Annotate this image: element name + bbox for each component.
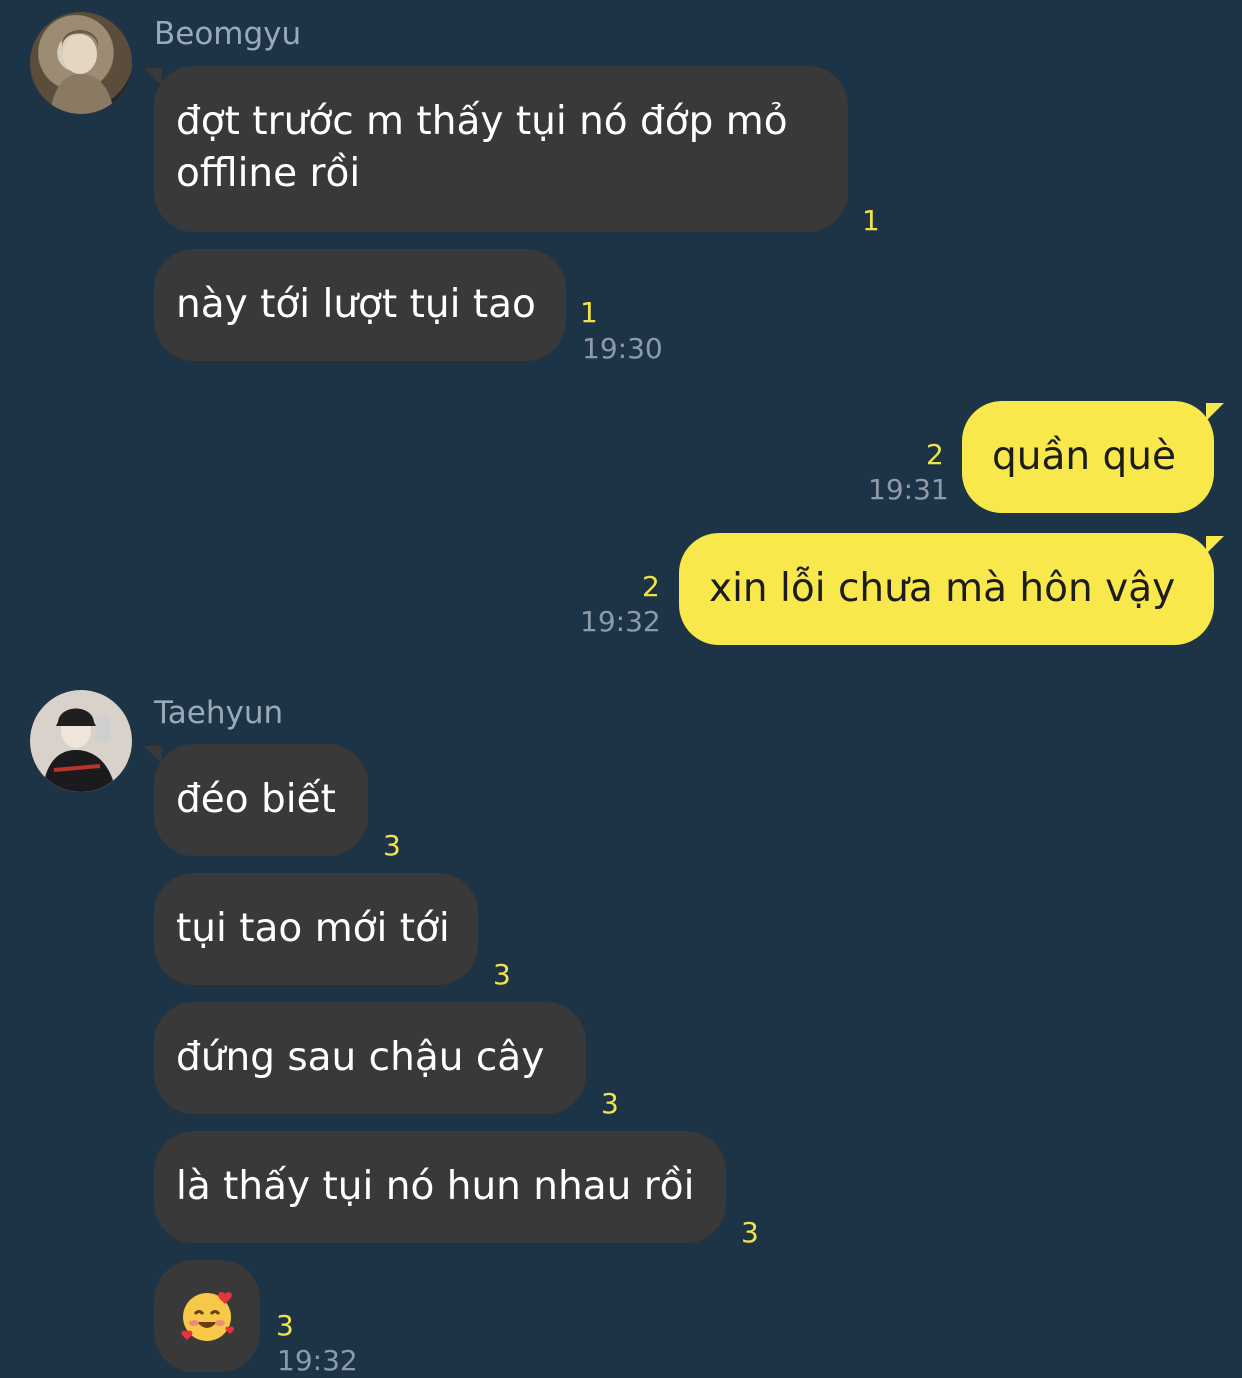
unread-count: 3	[383, 829, 401, 862]
unread-count: 2	[642, 570, 660, 603]
message-text: đứng sau chậu cây	[176, 1035, 545, 1080]
message-bubble[interactable]: quần què	[962, 401, 1214, 513]
message-text: là thấy tụi nó hun nhau rồi	[176, 1164, 695, 1209]
message-bubble[interactable]: đứng sau chậu cây	[154, 1002, 586, 1114]
message-text: xin lỗi chưa mà hôn vậy	[709, 566, 1176, 611]
message-bubble[interactable]: xin lỗi chưa mà hôn vậy	[679, 533, 1214, 645]
message-text: tụi tao mới tới	[176, 906, 450, 951]
timestamp: 19:32	[277, 1344, 358, 1377]
profile-photo-icon	[30, 690, 132, 792]
bubble-tail	[144, 68, 162, 86]
unread-count: 3	[601, 1087, 619, 1120]
unread-count: 3	[276, 1309, 294, 1342]
profile-photo-icon	[50, 30, 114, 114]
unread-count: 3	[741, 1216, 759, 1249]
message-text: đợt trước m thấy tụi nó đớp mỏ offline r…	[176, 99, 788, 196]
unread-count: 1	[862, 204, 880, 237]
message-bubble[interactable]	[154, 1260, 260, 1372]
message-text: đéo biết	[176, 777, 336, 822]
message-bubble[interactable]: này tới lượt tụi tao	[154, 249, 566, 361]
avatar-taehyun[interactable]	[30, 690, 132, 792]
bubble-tail	[1206, 403, 1224, 421]
message-bubble[interactable]: tụi tao mới tới	[154, 873, 478, 985]
sender-name: Taehyun	[154, 695, 284, 731]
unread-count: 2	[926, 438, 944, 471]
unread-count: 3	[493, 958, 511, 991]
message-bubble[interactable]: đéo biết	[154, 744, 368, 856]
timestamp: 19:30	[582, 332, 663, 365]
timestamp: 19:31	[868, 473, 949, 506]
bubble-tail	[144, 746, 162, 764]
unread-count: 1	[580, 296, 598, 329]
message-bubble[interactable]: là thấy tụi nó hun nhau rồi	[154, 1131, 726, 1243]
timestamp: 19:32	[580, 605, 661, 638]
sender-name: Beomgyu	[154, 16, 302, 52]
message-bubble[interactable]: đợt trước m thấy tụi nó đớp mỏ offline r…	[154, 66, 848, 232]
message-text: quần què	[992, 434, 1176, 479]
smiling-face-with-hearts-icon	[181, 1292, 235, 1341]
avatar-beomgyu[interactable]	[30, 12, 132, 114]
message-text: này tới lượt tụi tao	[176, 282, 536, 327]
bubble-tail	[1206, 536, 1224, 554]
